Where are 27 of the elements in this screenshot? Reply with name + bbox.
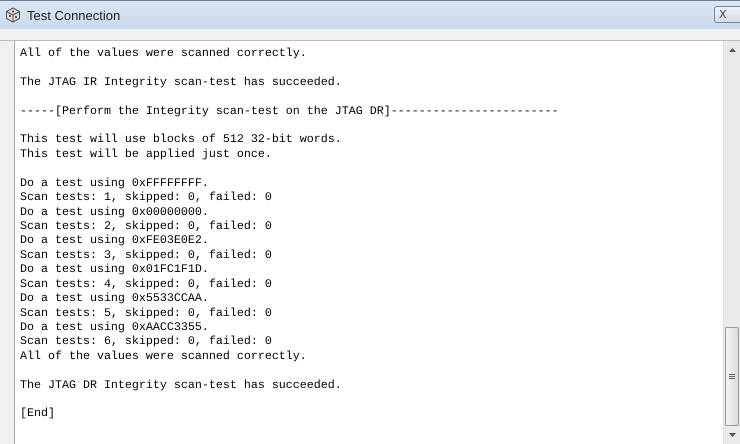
output-line: The JTAG DR Integrity scan-test has succeeded.: [20, 378, 343, 392]
output-line: This test will be applied just once.: [20, 146, 273, 162]
output-line: The JTAG IR Integrity scan-test has succeeded.: [20, 74, 343, 90]
output-line: Scan tests: 5, skipped: 0, failed: 0: [20, 306, 273, 320]
output-line: This test will use blocks of 512 32-bit words.: [20, 132, 343, 147]
scroll-thumb[interactable]: [725, 327, 739, 426]
output-line: Do a test using 0xFE03E0E2.: [20, 233, 210, 248]
output-line: Do a test using 0xFFFFFFFF.: [20, 176, 210, 190]
output-line: Scan tests: 4, skipped: 0, failed: 0: [20, 276, 273, 292]
window-title: Test Connection: [27, 8, 122, 22]
scroll-up-icon[interactable]: [728, 48, 736, 52]
scroll-down-icon[interactable]: [728, 433, 736, 437]
output-line: All of the values were scanned correctly.: [20, 46, 308, 60]
output-line: Scan tests: 3, skipped: 0, failed: 0: [20, 248, 273, 262]
cube-icon: [5, 7, 21, 23]
output-line: Do a test using 0x5533CCAA.: [20, 291, 210, 306]
output-line: Do a test using 0x00000000.: [20, 204, 210, 219]
close-button[interactable]: X: [714, 6, 740, 22]
output-line: Scan tests: 2, skipped: 0, failed: 0: [20, 219, 273, 234]
output-line: -----[Perform the Integrity scan-test on the JTAG DR]------------------------: [20, 104, 560, 118]
output-line: Do a test using 0xAACC3355.: [20, 320, 210, 334]
output-line: [End]: [20, 406, 56, 421]
output-line: Do a test using 0x01FC1F1D.: [20, 262, 210, 277]
output-line: All of the values were scanned correctly.: [20, 348, 308, 364]
scrollbar[interactable]: [723, 41, 740, 444]
output-line: Scan tests: 6, skipped: 0, failed: 0: [20, 334, 273, 349]
output-line: Scan tests: 1, skipped: 0, failed: 0: [20, 190, 273, 205]
